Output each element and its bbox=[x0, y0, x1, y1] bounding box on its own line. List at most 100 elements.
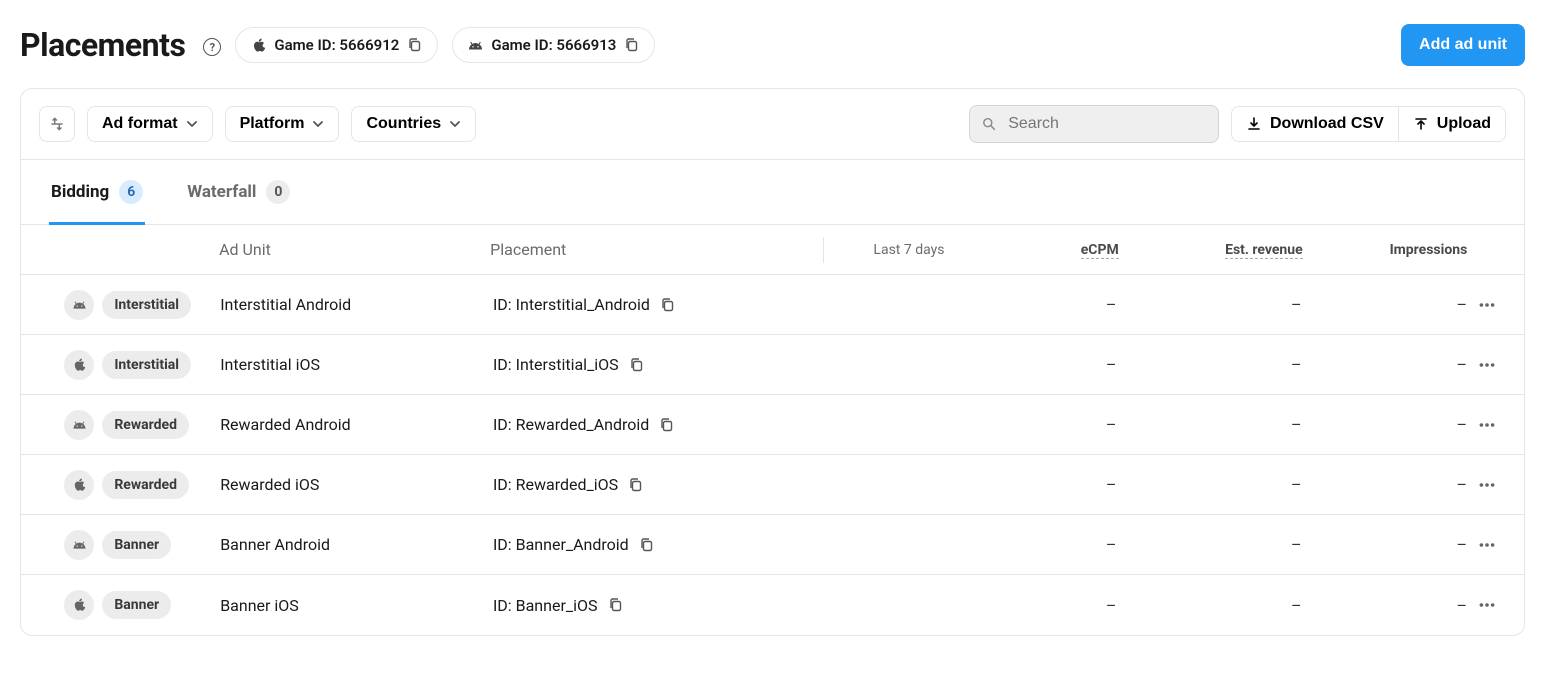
ad-unit-name: Interstitial iOS bbox=[220, 355, 493, 374]
table-row[interactable]: RewardedRewarded iOSID: Rewarded_iOS––– bbox=[21, 455, 1524, 515]
tab-waterfall[interactable]: Waterfall 0 bbox=[185, 160, 292, 225]
copy-icon[interactable] bbox=[659, 417, 675, 433]
download-upload-group: Download CSV Upload bbox=[1231, 106, 1506, 142]
chevron-down-icon bbox=[186, 118, 198, 130]
button-label: Download CSV bbox=[1270, 115, 1384, 133]
android-icon bbox=[64, 530, 94, 560]
ad-unit-name: Interstitial Android bbox=[220, 295, 493, 314]
filter-countries[interactable]: Countries bbox=[351, 106, 476, 142]
tab-label: Bidding bbox=[51, 182, 109, 202]
tab-bidding[interactable]: Bidding 6 bbox=[49, 160, 145, 225]
row-actions-button[interactable] bbox=[1474, 592, 1500, 618]
placements-panel: Ad format Platform Countries Download CS… bbox=[20, 88, 1525, 636]
search-icon bbox=[982, 116, 996, 132]
format-chip: Banner bbox=[102, 591, 171, 619]
format-chip: Rewarded bbox=[102, 471, 189, 499]
toolbar: Ad format Platform Countries Download CS… bbox=[21, 89, 1524, 160]
search-input[interactable] bbox=[1006, 114, 1206, 134]
format-chip: Interstitial bbox=[102, 351, 191, 379]
help-icon[interactable]: ? bbox=[203, 38, 221, 56]
copy-icon[interactable] bbox=[660, 297, 676, 313]
game-id-label: Game ID: 5666913 bbox=[491, 36, 616, 54]
apple-icon bbox=[64, 350, 94, 380]
download-icon bbox=[1246, 116, 1262, 132]
copy-icon[interactable] bbox=[628, 477, 644, 493]
placement-id: ID: Banner_Android bbox=[493, 535, 629, 554]
sort-button[interactable] bbox=[39, 106, 75, 142]
table-header: Ad Unit Placement Last 7 days eCPM Est. … bbox=[21, 225, 1524, 275]
ecpm-value: – bbox=[941, 475, 1116, 494]
impressions-value: – bbox=[1301, 475, 1467, 494]
filter-platform[interactable]: Platform bbox=[225, 106, 340, 142]
impressions-value: – bbox=[1301, 596, 1467, 615]
filter-label: Countries bbox=[366, 115, 441, 133]
ad-unit-name: Rewarded iOS bbox=[220, 475, 493, 494]
chevron-down-icon bbox=[449, 118, 461, 130]
revenue-value: – bbox=[1116, 355, 1301, 374]
sort-icon bbox=[48, 115, 66, 133]
col-impressions: Impressions bbox=[1303, 242, 1468, 258]
copy-icon[interactable] bbox=[629, 357, 645, 373]
android-icon bbox=[64, 410, 94, 440]
col-adunit: Ad Unit bbox=[219, 240, 490, 259]
ecpm-value: – bbox=[941, 355, 1116, 374]
row-actions-button[interactable] bbox=[1474, 412, 1500, 438]
tab-count: 0 bbox=[266, 180, 290, 204]
format-chip: Banner bbox=[102, 531, 171, 559]
tab-label: Waterfall bbox=[187, 182, 256, 202]
tab-count: 6 bbox=[119, 180, 143, 204]
copy-icon[interactable] bbox=[407, 37, 423, 53]
impressions-value: – bbox=[1301, 415, 1467, 434]
ecpm-value: – bbox=[941, 415, 1116, 434]
copy-icon[interactable] bbox=[608, 597, 624, 613]
upload-icon bbox=[1413, 116, 1429, 132]
copy-icon[interactable] bbox=[639, 537, 655, 553]
search-input-wrap[interactable] bbox=[969, 105, 1219, 143]
android-icon bbox=[64, 290, 94, 320]
upload-button[interactable]: Upload bbox=[1399, 106, 1506, 142]
placement-id: ID: Banner_iOS bbox=[493, 596, 598, 615]
col-revenue: Est. revenue bbox=[1119, 242, 1303, 258]
game-id-chip-apple: Game ID: 5666912 bbox=[235, 27, 438, 63]
table-row[interactable]: Rewarded Rewarded AndroidID: Rewarded_And… bbox=[21, 395, 1524, 455]
table-row[interactable]: Interstitial Interstitial iOSID: Intersti… bbox=[21, 335, 1524, 395]
ecpm-value: – bbox=[941, 295, 1116, 314]
table-row[interactable]: BannerBanner iOSID: Banner_iOS––– bbox=[21, 575, 1524, 635]
filter-ad-format[interactable]: Ad format bbox=[87, 106, 213, 142]
format-chip: Interstitial bbox=[102, 291, 191, 319]
divider bbox=[823, 237, 824, 263]
row-actions-button[interactable] bbox=[1474, 352, 1500, 378]
ecpm-value: – bbox=[941, 596, 1116, 615]
placement-id: ID: Interstitial_Android bbox=[493, 295, 650, 314]
revenue-value: – bbox=[1116, 475, 1301, 494]
table-row[interactable]: Banner Banner AndroidID: Banner_Android ––… bbox=[21, 515, 1524, 575]
table-row[interactable]: Interstitial Interstitial AndroidID: Inte… bbox=[21, 275, 1524, 335]
apple-icon bbox=[64, 470, 94, 500]
apple-icon bbox=[64, 590, 94, 620]
game-id-chip-android: Game ID: 5666913 bbox=[452, 27, 655, 63]
button-label: Upload bbox=[1437, 115, 1491, 133]
download-csv-button[interactable]: Download CSV bbox=[1231, 106, 1399, 142]
impressions-value: – bbox=[1301, 355, 1467, 374]
revenue-value: – bbox=[1116, 535, 1301, 554]
android-icon bbox=[467, 37, 483, 53]
col-ecpm: eCPM bbox=[944, 242, 1118, 258]
copy-icon[interactable] bbox=[624, 37, 640, 53]
col-placement: Placement bbox=[490, 240, 819, 259]
impressions-value: – bbox=[1301, 535, 1467, 554]
ad-unit-name: Rewarded Android bbox=[220, 415, 493, 434]
chevron-down-icon bbox=[312, 118, 324, 130]
row-actions-button[interactable] bbox=[1474, 472, 1500, 498]
ad-unit-name: Banner Android bbox=[220, 535, 493, 554]
revenue-value: – bbox=[1116, 295, 1301, 314]
row-actions-button[interactable] bbox=[1474, 532, 1500, 558]
placement-id: ID: Rewarded_Android bbox=[493, 415, 649, 434]
placement-id: ID: Interstitial_iOS bbox=[493, 355, 619, 374]
row-actions-button[interactable] bbox=[1474, 292, 1500, 318]
filter-label: Platform bbox=[240, 115, 305, 133]
revenue-value: – bbox=[1116, 596, 1301, 615]
format-chip: Rewarded bbox=[102, 411, 189, 439]
revenue-value: – bbox=[1116, 415, 1301, 434]
table-body: InterstitialInterstitial AndroidID: Inte… bbox=[21, 275, 1524, 635]
add-ad-unit-button[interactable]: Add ad unit bbox=[1401, 24, 1525, 66]
